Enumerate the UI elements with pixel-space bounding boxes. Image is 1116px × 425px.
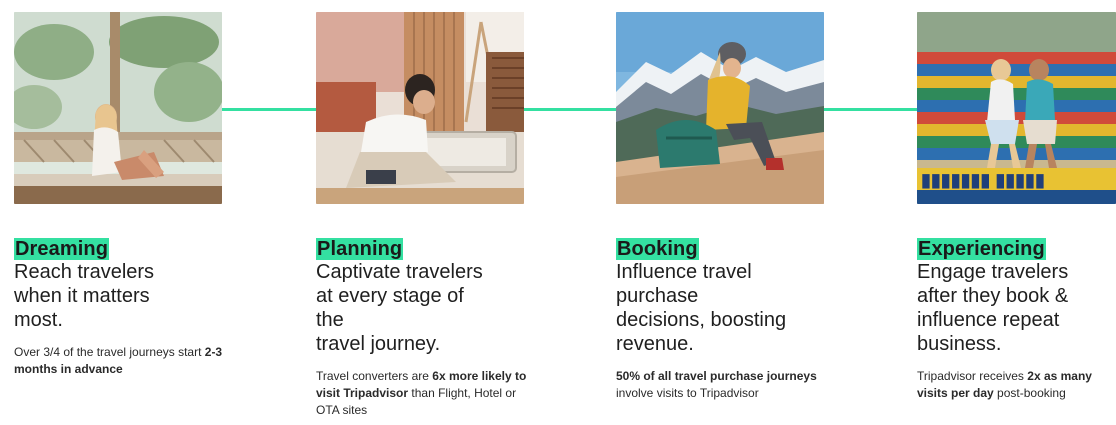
- experiencing-photo: ▮▮▮▮▮▮▮ ▮▮▮▮▮: [917, 12, 1116, 204]
- step-lettering: ▮▮▮▮▮▮▮ ▮▮▮▮▮: [921, 170, 1045, 190]
- stage-tag-planning: Planning: [316, 238, 404, 260]
- note-text: involve visits to Tripadvisor: [616, 386, 759, 400]
- stage-headline-experiencing: Engage travelers after they book & influ…: [917, 261, 1069, 355]
- stage-planning: Planning Captivate travelers at every st…: [316, 12, 526, 419]
- stage-dreaming: Dreaming Reach travelers when it matters…: [14, 12, 224, 378]
- note-text: Travel converters are: [316, 369, 433, 383]
- dreaming-photo: [14, 12, 222, 204]
- stage-note-experiencing: Tripadvisor receives 2x as many visits p…: [917, 368, 1113, 402]
- stage-headline-dreaming: Reach travelers when it matters most.: [14, 261, 155, 331]
- stage-note-dreaming: Over 3/4 of the travel journeys start 2-…: [14, 344, 228, 378]
- planning-illustration: [316, 12, 524, 204]
- stage-note-booking: 50% of all travel purchase journeys invo…: [616, 368, 830, 402]
- note-text: Tripadvisor receives: [917, 369, 1028, 383]
- timeline-connector-2: [524, 108, 616, 111]
- timeline-connector-1: [222, 108, 316, 111]
- timeline-connector-3: [824, 108, 918, 111]
- booking-photo: [616, 12, 824, 204]
- planning-photo: [316, 12, 524, 204]
- note-text: Over 3/4 of the travel journeys start: [14, 345, 205, 359]
- stage-headline-planning: Captivate travelers at every stage of th…: [316, 261, 483, 355]
- note-emphasis: 50% of all travel purchase journeys: [616, 369, 817, 383]
- stage-tag-experiencing: Experiencing: [917, 238, 1046, 260]
- stage-tag-dreaming: Dreaming: [14, 238, 110, 260]
- note-text: post-booking: [993, 386, 1066, 400]
- stage-tag-booking: Booking: [616, 238, 699, 260]
- stage-note-planning: Travel converters are 6x more likely to …: [316, 368, 530, 419]
- stage-experiencing: ▮▮▮▮▮▮▮ ▮▮▮▮▮ Experiencing Engage travel…: [917, 12, 1116, 402]
- dreaming-illustration: [14, 12, 222, 204]
- experiencing-illustration: ▮▮▮▮▮▮▮ ▮▮▮▮▮: [917, 12, 1116, 204]
- stage-headline-booking: Influence travel purchase decisions, boo…: [616, 261, 787, 355]
- stage-booking: Booking Influence travel purchase decisi…: [616, 12, 826, 402]
- bottom-crop-edge: [0, 415, 1116, 425]
- booking-illustration: [616, 12, 824, 204]
